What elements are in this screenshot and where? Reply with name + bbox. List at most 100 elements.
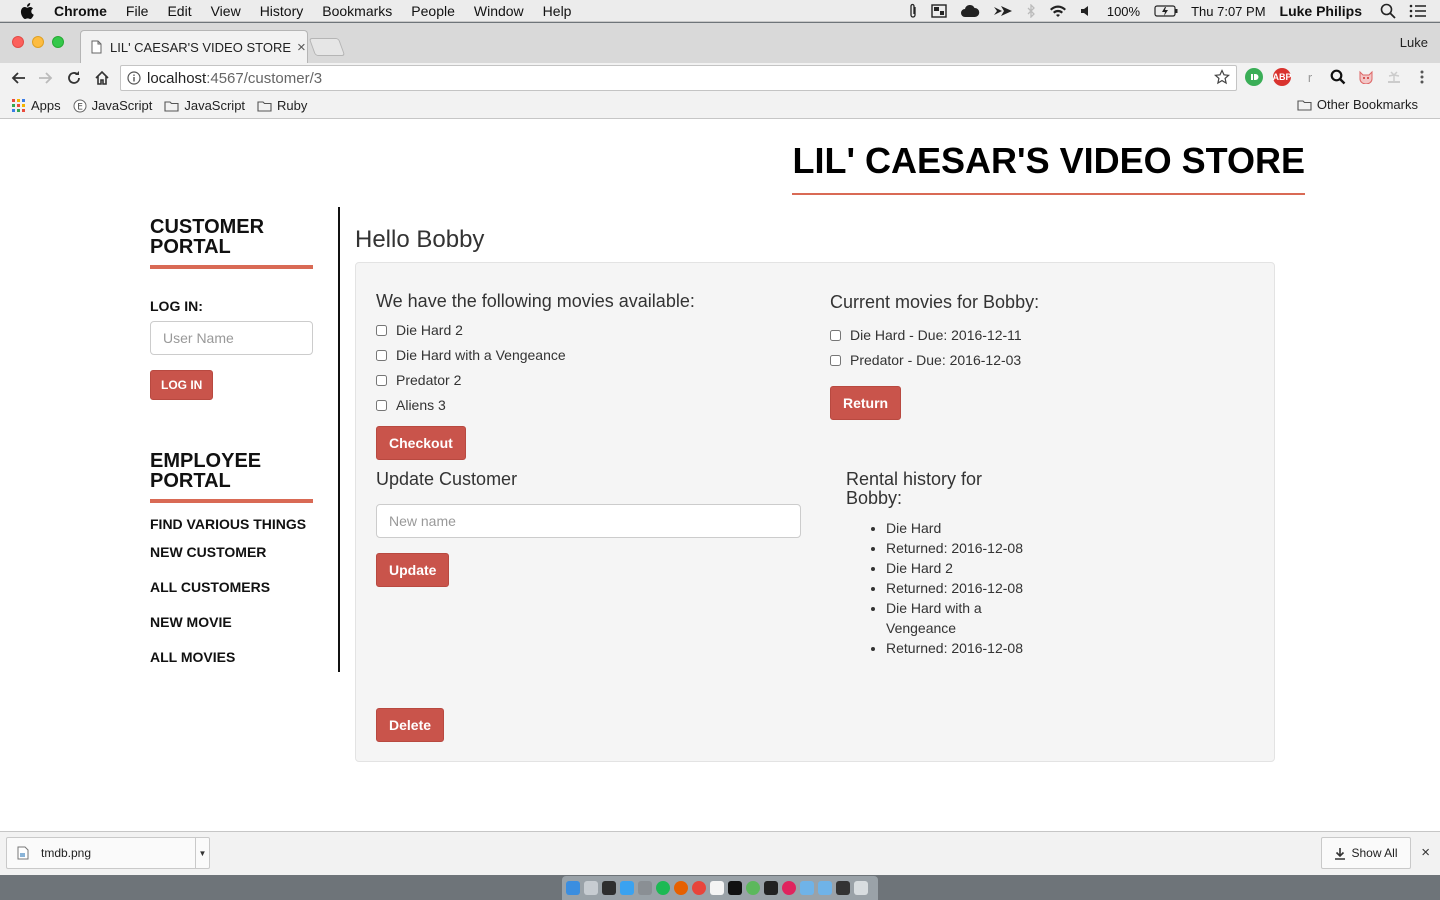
download-item[interactable]: tmdb.png ▼ (6, 837, 210, 869)
trash-icon[interactable] (854, 881, 868, 895)
available-movie-checkbox[interactable] (376, 324, 387, 336)
downloads-folder-icon[interactable] (800, 881, 814, 895)
available-movie-checkbox[interactable] (376, 374, 387, 386)
username-input[interactable] (150, 321, 313, 355)
link-all-customers[interactable]: ALL CUSTOMERS (150, 579, 313, 595)
app-store-icon[interactable] (620, 881, 634, 895)
battery-icon[interactable] (1154, 5, 1178, 17)
new-name-input[interactable] (376, 504, 801, 538)
back-arrow-icon[interactable] (8, 68, 28, 88)
launchpad-icon[interactable] (584, 881, 598, 895)
available-movie-label: Aliens 3 (396, 397, 446, 413)
new-tab-button[interactable] (308, 38, 346, 56)
link-find-various-things[interactable]: FIND VARIOUS THINGS (150, 516, 313, 532)
show-all-downloads-button[interactable]: Show All (1321, 837, 1411, 869)
profile-name[interactable]: Luke (1400, 35, 1428, 50)
list-item: Die Hard with a Vengeance (886, 598, 1046, 638)
available-movie-item[interactable]: Predator 2 (376, 372, 461, 388)
link-new-movie[interactable]: NEW MOVIE (150, 614, 313, 630)
menu-view[interactable]: View (211, 3, 241, 19)
app-red-icon[interactable] (782, 881, 796, 895)
menu-edit[interactable]: Edit (167, 3, 191, 19)
info-icon[interactable] (127, 71, 141, 85)
link-all-movies[interactable]: ALL MOVIES (150, 649, 313, 665)
screen-icon[interactable] (836, 881, 850, 895)
current-movie-checkbox[interactable] (830, 354, 841, 366)
home-icon[interactable] (92, 68, 112, 88)
clock[interactable]: Thu 7:07 PM (1191, 4, 1265, 19)
bird-icon[interactable] (993, 4, 1013, 18)
available-movie-item[interactable]: Die Hard with a Vengeance (376, 347, 566, 363)
bookmark-ruby-folder[interactable]: Ruby (257, 98, 307, 113)
user-menu[interactable]: Luke Philips (1280, 3, 1362, 19)
close-icon[interactable]: × (1421, 844, 1430, 861)
bookmark-apps[interactable]: Apps (12, 98, 61, 113)
forward-arrow-icon[interactable] (36, 68, 56, 88)
wifi-icon[interactable] (1049, 4, 1067, 18)
window-minimize-button[interactable] (32, 36, 44, 48)
mission-icon[interactable] (931, 4, 947, 18)
menu-help[interactable]: Help (543, 3, 572, 19)
extension-r-icon[interactable]: r (1301, 68, 1319, 86)
terminal-icon[interactable] (728, 881, 742, 895)
system-preferences-icon[interactable] (638, 881, 652, 895)
island-extension-icon[interactable] (1385, 68, 1403, 86)
extension-green-icon[interactable] (1245, 68, 1263, 86)
notification-center-icon[interactable] (1409, 4, 1427, 18)
mission-control-icon[interactable] (602, 881, 616, 895)
firefox-icon[interactable] (674, 881, 688, 895)
return-button[interactable]: Return (830, 386, 902, 420)
bookmark-javascript-folder[interactable]: JavaScript (164, 98, 245, 113)
reload-icon[interactable] (64, 68, 84, 88)
address-bar[interactable]: localhost:4567/customer/3 (120, 65, 1237, 91)
chrome-icon[interactable] (692, 881, 706, 895)
current-movie-checkbox[interactable] (830, 329, 841, 341)
update-button[interactable]: Update (376, 553, 450, 587)
sidebar: CUSTOMER PORTAL LOG IN: LOG IN EMPLOYEE … (150, 217, 313, 665)
adblock-icon[interactable]: ABP (1273, 68, 1292, 86)
delete-button[interactable]: Delete (376, 708, 445, 742)
login-button[interactable]: LOG IN (150, 370, 214, 400)
chevron-down-icon[interactable]: ▼ (195, 838, 209, 868)
current-movie-item[interactable]: Die Hard - Due: 2016-12-11 (830, 327, 1022, 343)
bookmark-star-icon[interactable] (1213, 69, 1231, 89)
checkout-button[interactable]: Checkout (376, 426, 466, 460)
available-movie-item[interactable]: Die Hard 2 (376, 322, 463, 338)
apple-icon[interactable] (20, 2, 40, 19)
spotlight-search-icon[interactable] (1380, 3, 1396, 19)
link-new-customer[interactable]: NEW CUSTOMER (150, 544, 313, 560)
menu-file[interactable]: File (126, 3, 149, 19)
chrome-menu-icon[interactable] (1413, 68, 1431, 86)
current-movie-item[interactable]: Predator - Due: 2016-12-03 (830, 352, 1021, 368)
available-movie-checkbox[interactable] (376, 399, 387, 411)
menu-people[interactable]: People (411, 3, 455, 19)
menu-app-name[interactable]: Chrome (54, 3, 107, 19)
tab-active[interactable]: LIL' CAESAR'S VIDEO STORE × (80, 30, 308, 63)
bookmark-other[interactable]: Other Bookmarks (1297, 97, 1418, 112)
bluetooth-icon[interactable] (1026, 4, 1036, 18)
calendar-icon[interactable] (710, 881, 724, 895)
available-movie-item[interactable]: Aliens 3 (376, 397, 446, 413)
menu-bookmarks[interactable]: Bookmarks (322, 3, 392, 19)
cloud-icon[interactable] (960, 4, 980, 18)
spotify-icon[interactable] (656, 881, 670, 895)
web-page: LIL' CAESAR'S VIDEO STORE CUSTOMER PORTA… (0, 120, 1440, 831)
cat-extension-icon[interactable] (1357, 68, 1375, 86)
tab-close-icon[interactable]: × (297, 39, 306, 56)
activity-monitor-icon[interactable] (764, 881, 778, 895)
menu-window[interactable]: Window (474, 3, 524, 19)
volume-icon[interactable] (1080, 4, 1094, 18)
menu-history[interactable]: History (260, 3, 304, 19)
download-file-name: tmdb.png (41, 846, 92, 860)
messages-icon[interactable] (746, 881, 760, 895)
available-movie-checkbox[interactable] (376, 349, 387, 361)
finder-icon[interactable] (566, 881, 580, 895)
bookmark-javascript-site[interactable]: E JavaScript (73, 98, 152, 113)
paperclip-icon[interactable] (908, 3, 918, 19)
employee-portal-divider (150, 499, 313, 503)
documents-folder-icon[interactable] (818, 881, 832, 895)
window-maximize-button[interactable] (52, 36, 64, 48)
magnifier-extension-icon[interactable] (1329, 68, 1347, 86)
available-movie-label: Die Hard with a Vengeance (396, 347, 566, 363)
window-close-button[interactable] (12, 36, 24, 48)
